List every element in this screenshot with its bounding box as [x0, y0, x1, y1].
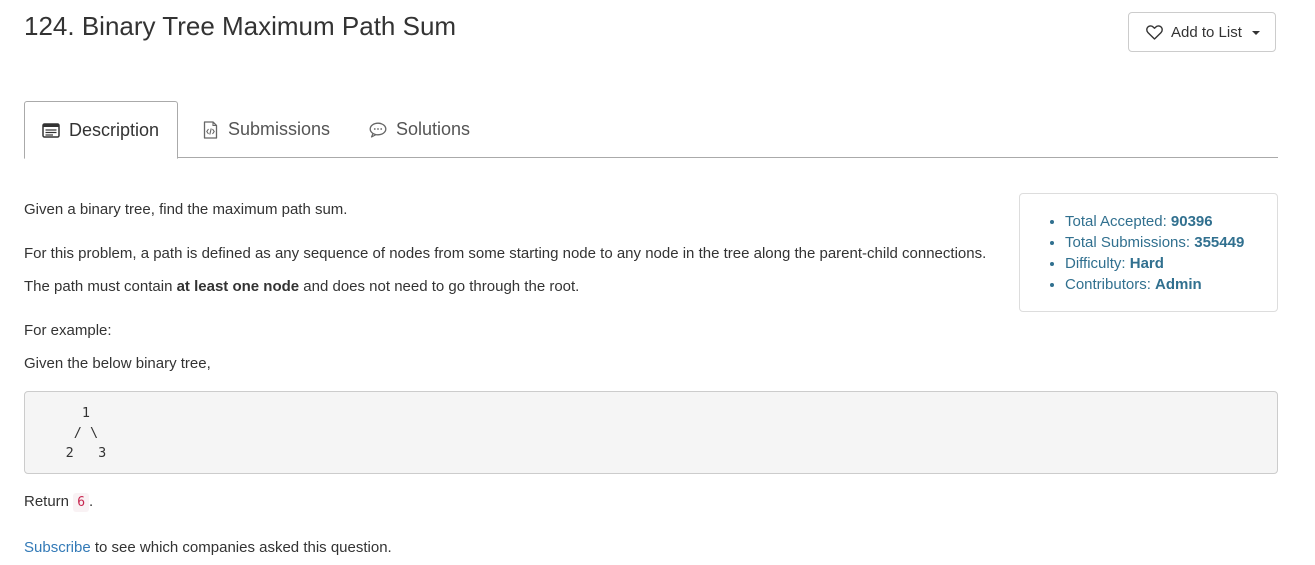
- stat-difficulty: Difficulty: Hard: [1065, 253, 1277, 274]
- description-constraint: The path must contain at least one node …: [24, 277, 579, 297]
- tab-solutions[interactable]: Solutions: [369, 101, 470, 158]
- stat-total-submissions: Total Submissions: 355449: [1065, 232, 1277, 253]
- subscribe-note: Subscribe to see which companies asked t…: [24, 538, 392, 558]
- constraint-bold: at least one node: [176, 278, 300, 295]
- constraint-suffix: and does not need to go through the root…: [299, 278, 580, 295]
- tab-solutions-label: Solutions: [396, 119, 471, 139]
- description-definition: For this problem, a path is defined as a…: [24, 245, 987, 262]
- description-intro: Given a binary tree, find the maximum pa…: [24, 201, 348, 218]
- chat-bubble-icon: [369, 121, 387, 139]
- example-code-block: 1 / \ 2 3: [24, 391, 1278, 474]
- stat-label: Total Submissions:: [1065, 234, 1195, 251]
- tab-submissions-label: Submissions: [228, 119, 331, 139]
- subscribe-link[interactable]: Subscribe: [24, 539, 91, 556]
- difficulty-value[interactable]: Hard: [1130, 255, 1164, 272]
- return-suffix: .: [89, 493, 94, 510]
- caret-down-icon: [1251, 31, 1260, 35]
- stat-value: 90396: [1170, 213, 1213, 230]
- stat-total-accepted: Total Accepted: 90396: [1065, 211, 1277, 232]
- description-icon: [42, 121, 60, 139]
- tab-description[interactable]: Description: [24, 101, 178, 159]
- contributor-link[interactable]: Admin: [1155, 276, 1202, 293]
- tab-submissions[interactable]: Submissions: [201, 101, 330, 158]
- page-title: 124. Binary Tree Maximum Path Sum: [24, 11, 457, 41]
- example-intro: Given the below binary tree,: [24, 355, 211, 372]
- stat-label: Difficulty:: [1065, 255, 1130, 272]
- stat-label: Total Accepted:: [1065, 213, 1171, 230]
- constraint-prefix: The path must contain: [24, 278, 177, 295]
- problem-page: 124. Binary Tree Maximum Path Sum Add to…: [0, 0, 1315, 565]
- problem-tabs: Description Submissions Solutions: [24, 101, 1278, 159]
- tree-diagram-code: 1 / \ 2 3: [65, 405, 107, 461]
- heart-icon: [1146, 24, 1163, 40]
- return-prefix: Return: [24, 493, 74, 510]
- code-file-icon: [201, 120, 219, 139]
- return-statement: Return 6.: [24, 492, 93, 513]
- example-label: For example:: [24, 322, 112, 339]
- stats-list: Total Accepted: 90396 Total Submissions:…: [1020, 194, 1277, 295]
- tab-description-label: Description: [69, 119, 160, 140]
- stat-label: Contributors:: [1065, 276, 1156, 293]
- stat-contributors: Contributors: Admin: [1065, 274, 1277, 295]
- add-to-list-label: Add to List: [1171, 23, 1242, 41]
- problem-stats-panel: Total Accepted: 90396 Total Submissions:…: [1019, 193, 1278, 312]
- return-value-code: 6: [73, 493, 90, 512]
- stat-value: 355449: [1194, 234, 1245, 251]
- subscribe-suffix: to see which companies asked this questi…: [90, 539, 392, 556]
- add-to-list-button[interactable]: Add to List: [1128, 12, 1276, 52]
